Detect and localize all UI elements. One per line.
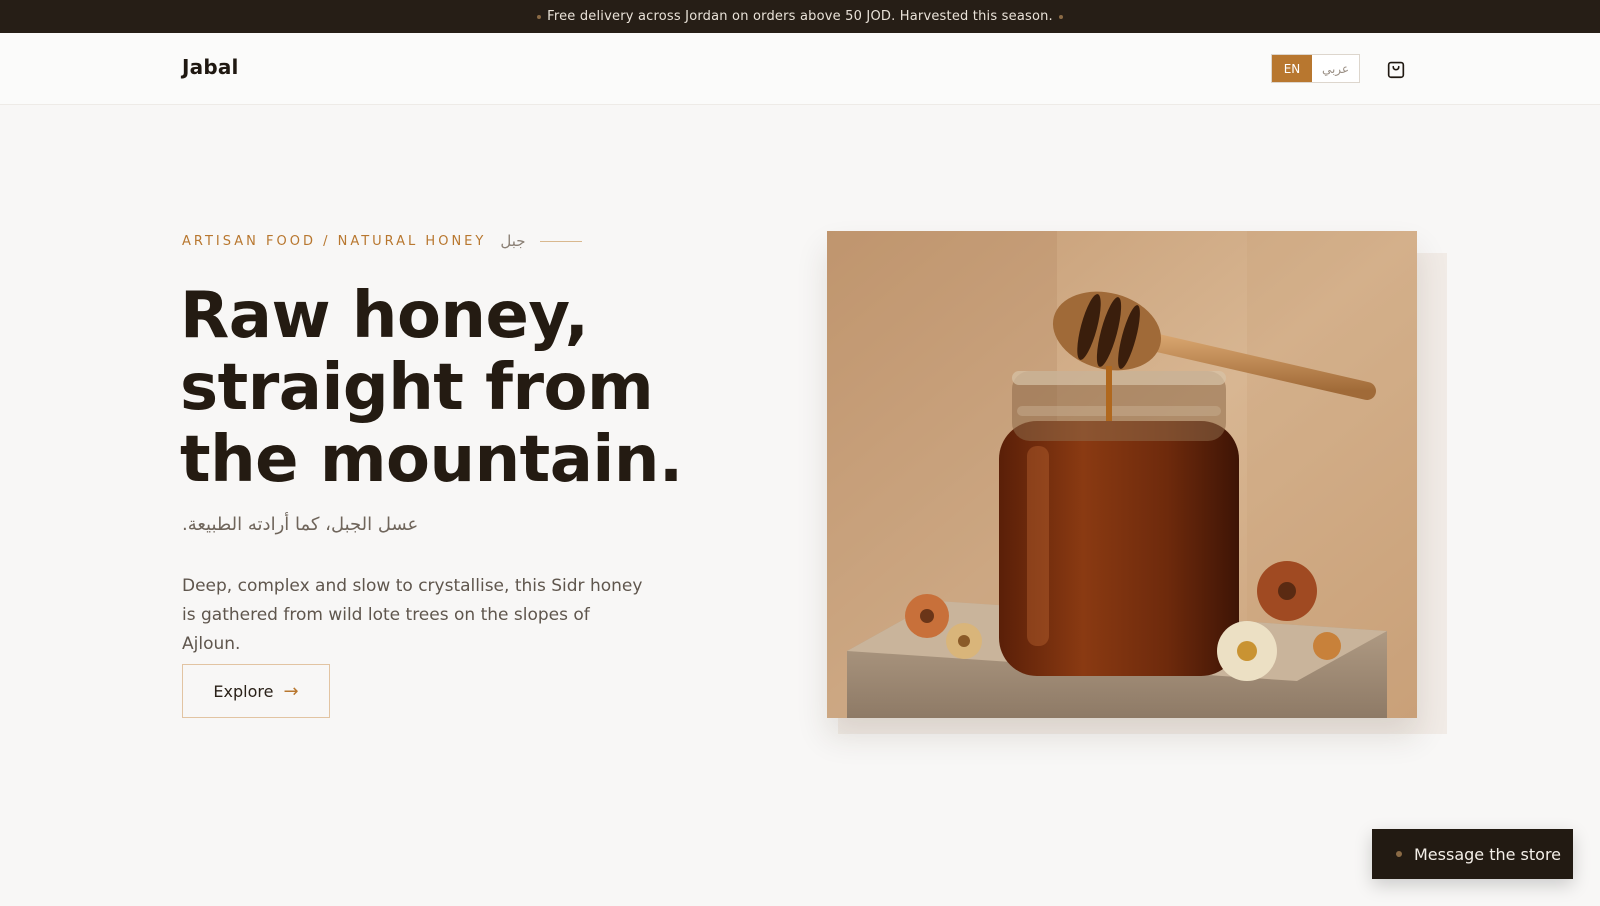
headline-line-1: Raw honey, <box>180 279 589 353</box>
headline-line-3: the mountain. <box>180 423 683 497</box>
hero-image <box>827 231 1417 718</box>
announcement-dot-left <box>537 14 542 19</box>
site-header: Jabal EN عربي <box>0 33 1600 105</box>
announcement-text: Free delivery across Jordan on orders ab… <box>547 9 1053 24</box>
eyebrow-label: ARTISAN FOOD / NATURAL HONEY <box>182 233 487 249</box>
arrow-right-icon: → <box>283 680 299 702</box>
explore-label: Explore <box>213 681 274 701</box>
hero-headline: Raw honey, straight from the mountain. <box>180 280 740 496</box>
hero-description: Deep, complex and slow to crystallise, t… <box>182 576 643 654</box>
headline-line-2: straight from <box>180 351 654 425</box>
hero-eyebrow: ARTISAN FOOD / NATURAL HONEY جبل <box>182 232 582 250</box>
message-store-button[interactable]: Message the store <box>1372 829 1573 879</box>
explore-button[interactable]: Explore → <box>182 664 330 718</box>
chat-status-dot <box>1396 851 1402 857</box>
shopping-bag-icon[interactable] <box>1385 58 1407 80</box>
hero-subtitle-arabic: عسل الجبل، كما أرادته الطبيعة. <box>182 514 419 535</box>
lang-ar-button[interactable]: عربي <box>1312 55 1359 82</box>
logo[interactable]: Jabal <box>182 55 239 79</box>
eyebrow-arabic: جبل <box>500 232 526 250</box>
eyebrow-divider <box>539 240 582 242</box>
chat-label: Message the store <box>1414 844 1562 864</box>
honey-jar-illustration <box>827 231 1417 718</box>
announcement-dot-right <box>1058 14 1063 19</box>
announcement-bar: Free delivery across Jordan on orders ab… <box>0 0 1600 33</box>
language-switcher: EN عربي <box>1271 54 1360 83</box>
lang-en-button[interactable]: EN <box>1272 55 1312 82</box>
